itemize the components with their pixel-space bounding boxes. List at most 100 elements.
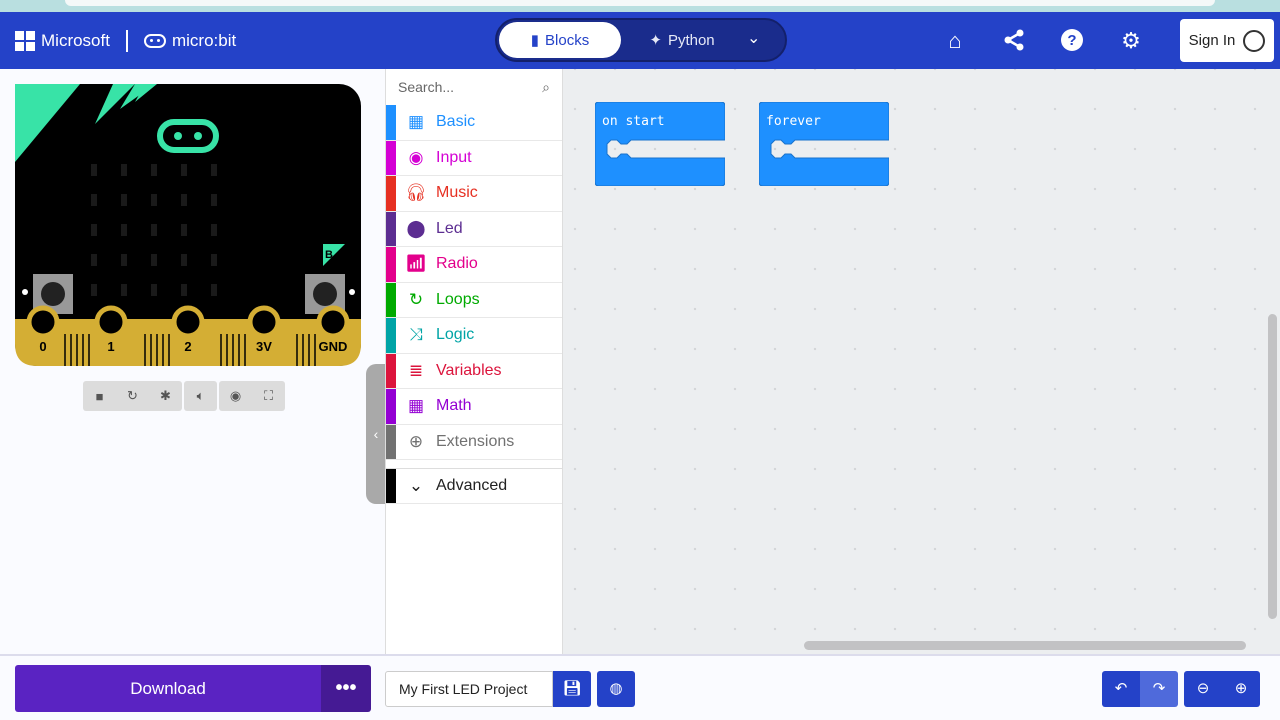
simulator-panel: A B 0 1 2 3V GND ■↻✱ 🔈︎ ◉⛶ ‹ xyxy=(0,69,386,654)
search-icon: ⌕ xyxy=(542,78,550,95)
tab-python[interactable]: ✦ Python xyxy=(627,22,737,58)
category-color-bar xyxy=(386,105,396,140)
category-extensions[interactable]: ⊕ Extensions xyxy=(386,424,562,460)
address-bar[interactable] xyxy=(65,0,1215,6)
category-radio[interactable]: 📶︎ Radio xyxy=(386,247,562,283)
loop-icon: ↻ xyxy=(408,289,424,309)
editor-toggle: ▮ Blocks ✦ Python ⌄ xyxy=(495,18,787,62)
plus-circle-icon: ⊕ xyxy=(408,431,424,451)
category-input[interactable]: ◉ Input xyxy=(386,140,562,176)
sign-in-button[interactable]: Sign In xyxy=(1180,19,1274,62)
redo-icon[interactable]: ↷ xyxy=(1140,671,1178,707)
microbit-logo-icon xyxy=(143,34,166,48)
category-basic[interactable]: ▦ Basic xyxy=(386,105,562,141)
microbit-simulator[interactable]: A B 0 1 2 3V GND xyxy=(15,84,361,366)
category-label: Advanced xyxy=(436,477,508,494)
category-color-bar xyxy=(386,140,396,175)
toggle-icon: ⬤ xyxy=(406,218,426,238)
tab-label: Blocks xyxy=(545,31,590,49)
user-icon xyxy=(1243,29,1266,52)
tab-blocks[interactable]: ▮ Blocks xyxy=(499,22,621,58)
calculator-icon: ▦ xyxy=(407,396,425,416)
horizontal-scrollbar[interactable] xyxy=(804,641,1246,650)
zoom-in-icon[interactable]: ⊕ xyxy=(1222,671,1260,707)
vertical-scrollbar[interactable] xyxy=(1268,314,1277,619)
category-loops[interactable]: ↻ Loops xyxy=(386,282,562,318)
share-icon[interactable] xyxy=(1001,28,1027,54)
brand-name: Microsoft xyxy=(41,31,110,50)
download-button[interactable]: Download xyxy=(15,665,321,712)
zoom-out-icon[interactable]: ⊖ xyxy=(1184,671,1222,707)
blocks-workspace[interactable]: on start forever xyxy=(563,69,1280,654)
pin-0: 0 xyxy=(39,339,46,354)
category-music[interactable]: 🎧︎ Music xyxy=(386,176,562,212)
search-placeholder: Search... xyxy=(398,79,455,95)
help-icon[interactable]: ? xyxy=(1059,28,1085,54)
python-icon: ✦ xyxy=(649,32,662,49)
sound-icon[interactable]: 🔈︎ xyxy=(184,381,217,411)
category-label: Input xyxy=(436,148,472,166)
category-color-bar xyxy=(386,211,396,246)
fullscreen-icon[interactable]: ⛶ xyxy=(252,381,285,411)
category-led[interactable]: ⬤ Led xyxy=(386,211,562,247)
toolbox: Search... ⌕ ▦ Basic ◉ Input 🎧︎ Music ⬤ Led 📶︎ Radi… xyxy=(385,69,563,654)
github-icon[interactable]: ◍ xyxy=(597,671,635,707)
on-start-block[interactable]: on start xyxy=(594,101,726,187)
pin-gnd: GND xyxy=(319,339,348,354)
category-color-bar xyxy=(386,176,396,211)
forever-block[interactable]: forever xyxy=(758,101,890,187)
category-advanced[interactable]: ⌄ Advanced xyxy=(386,468,562,504)
stop-icon[interactable]: ■ xyxy=(83,381,116,411)
category-label: Logic xyxy=(436,326,475,344)
category-math[interactable]: ▦ Math xyxy=(386,389,562,425)
category-color-bar xyxy=(386,389,396,424)
category-label: Music xyxy=(436,184,478,202)
signal-icon: 📶︎ xyxy=(405,254,427,274)
save-icon[interactable]: 💾︎ xyxy=(553,671,591,707)
undo-icon[interactable]: ↶ xyxy=(1102,671,1140,707)
category-label: Radio xyxy=(436,255,478,273)
logo[interactable]: Microsoft micro:bit xyxy=(15,30,236,52)
puzzle-icon: ▮ xyxy=(530,32,540,49)
category-label: Variables xyxy=(436,361,502,379)
chevron-down-icon[interactable]: ⌄ xyxy=(747,28,760,48)
more-options-button[interactable]: ••• xyxy=(321,665,371,712)
home-icon[interactable]: ⌂ xyxy=(942,28,968,54)
tab-label: Python xyxy=(667,31,715,49)
grid-icon: ▦ xyxy=(407,112,425,132)
svg-text:?: ? xyxy=(1067,32,1076,49)
category-color-bar xyxy=(386,424,396,459)
footer: Download ••• My First LED Project 💾︎ ◍ ↶… xyxy=(0,654,1280,720)
category-color-bar xyxy=(386,247,396,282)
screenshot-icon[interactable]: ◉ xyxy=(219,381,252,411)
search-input[interactable]: Search... ⌕ xyxy=(386,69,562,105)
block-label: forever xyxy=(766,114,821,129)
category-color-bar xyxy=(386,353,396,388)
shuffle-icon: ⤨ xyxy=(409,325,423,345)
category-variables[interactable]: ≣ Variables xyxy=(386,353,562,389)
restart-icon[interactable]: ↻ xyxy=(116,381,149,411)
browser-bar xyxy=(0,0,1280,12)
gear-icon[interactable]: ⚙ xyxy=(1118,28,1144,54)
category-label: Led xyxy=(436,219,463,237)
debug-icon[interactable]: ✱ xyxy=(149,381,182,411)
category-logic[interactable]: ⤨ Logic xyxy=(386,318,562,354)
chevron-down-icon: ⌄ xyxy=(408,476,424,495)
product-name: micro:bit xyxy=(171,31,237,50)
category-color-bar xyxy=(386,282,396,317)
simulator-controls: ■ ↻ ✱ 🔈︎ ◉ ⛶ xyxy=(83,381,285,411)
block-label: on start xyxy=(602,114,665,129)
divider xyxy=(125,30,128,52)
header: Microsoft micro:bit ▮ Blocks ✦ Python ⌄ ⌂ … xyxy=(0,12,1280,69)
category-label: Loops xyxy=(436,290,480,308)
sign-in-label: Sign In xyxy=(1188,32,1236,49)
pin-2: 2 xyxy=(184,339,191,354)
project-name-input[interactable]: My First LED Project xyxy=(385,671,553,707)
pin-3v: 3V xyxy=(256,339,272,354)
collapse-simulator-button[interactable]: ‹ xyxy=(366,364,386,504)
headphones-icon: 🎧︎ xyxy=(405,183,427,203)
input-icon: ◉ xyxy=(408,147,424,167)
category-label: Math xyxy=(436,397,472,415)
list-icon: ≣ xyxy=(408,360,424,380)
microsoft-logo-icon xyxy=(15,31,35,51)
